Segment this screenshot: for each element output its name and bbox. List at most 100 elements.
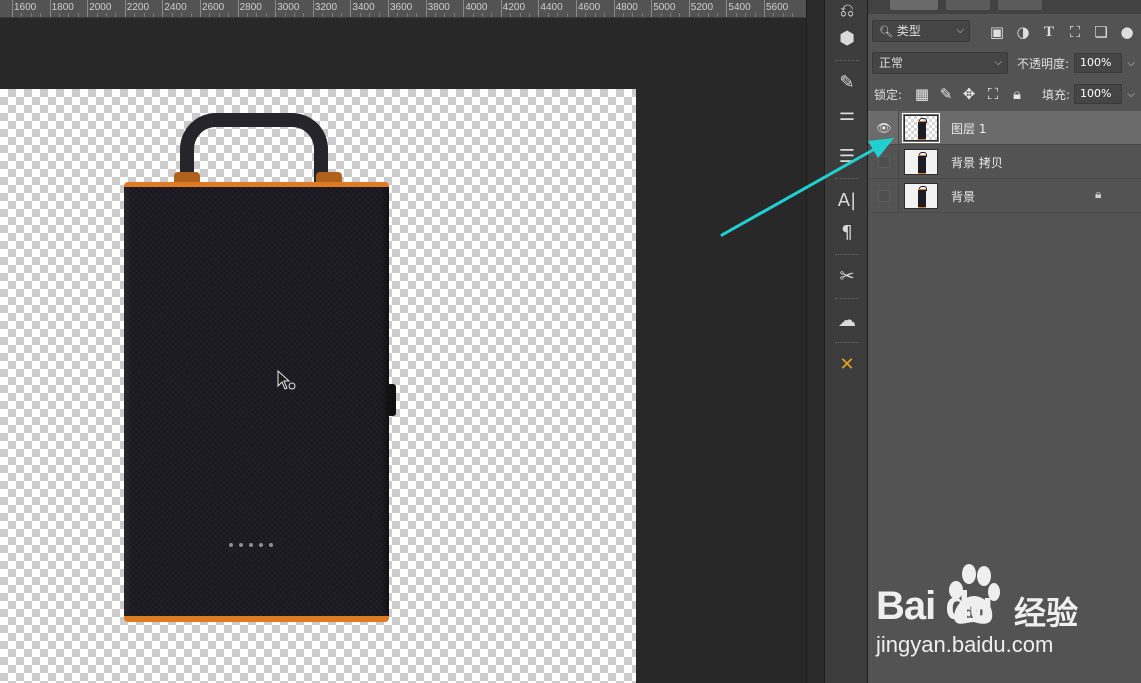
horizontal-ruler[interactable]: 1600 1800 2000 2200 2400 2600 2800 3000 3200 3400… (0, 0, 806, 18)
type-filter-icon[interactable]: T (1039, 22, 1059, 42)
lock-row: 锁定: ▦ ✎ ✥ ⛶ 🔒︎ 填充: 100% ⌵ (868, 82, 1141, 106)
layers-list: 👁︎ 图层 1 背景 拷贝 背景 🔒︎ (868, 111, 1141, 213)
ruler-label: 2200 (126, 2, 150, 13)
ruler-minor-tick (40, 13, 42, 17)
tools-icon[interactable]: ✂ (832, 262, 862, 290)
lock-label: 锁定: (874, 88, 903, 102)
ruler-minor-tick (59, 13, 60, 17)
ruler-tick (388, 0, 389, 17)
filter-toggle-icon[interactable]: ● (1117, 22, 1137, 42)
ruler-minor-tick (416, 13, 418, 17)
image-filter-icon[interactable]: ▣ (987, 22, 1007, 42)
ruler-minor-tick (773, 13, 775, 17)
ruler-tick (576, 0, 577, 17)
ruler-label: 3600 (390, 2, 413, 13)
brush-settings-icon[interactable]: ✎ (832, 68, 862, 96)
baidu-watermark: du Bai du 经验 jingyan.baidu.com (874, 560, 1134, 670)
panel-tabs (868, 0, 1141, 14)
layer-thumbnail (904, 149, 938, 175)
lock-artboard-icon[interactable]: ⛶ (983, 84, 1003, 104)
layer-name: 背景 拷贝 (951, 156, 1003, 170)
fill-input[interactable]: 100% (1074, 84, 1122, 104)
ruler-label: 2600 (202, 2, 225, 13)
ruler-minor-tick (190, 13, 192, 17)
tab-channels[interactable] (946, 0, 990, 10)
ruler-minor-tick (265, 13, 267, 17)
ruler-minor-tick (256, 13, 258, 17)
layer-row[interactable]: 背景 拷贝 (868, 145, 1141, 179)
blend-mode-select[interactable]: 正常 ⌵ (872, 52, 1008, 74)
lock-transparency-icon[interactable]: ▦ (912, 84, 932, 104)
tab-paths[interactable] (998, 0, 1042, 10)
panel-gap (806, 0, 824, 683)
ruler-minor-tick (181, 13, 183, 17)
ruler-label: 4400 (540, 2, 563, 13)
ruler-minor-tick (566, 13, 568, 17)
ruler-label: 4600 (578, 2, 601, 13)
chevron-down-icon: ⌵ (956, 25, 964, 36)
filter-kind-select[interactable]: 🔍︎ 类型 ⌵ (872, 20, 970, 42)
case-body (124, 182, 389, 622)
eye-icon[interactable]: 👁︎ (876, 121, 892, 135)
ruler-tick (425, 0, 427, 17)
ruler-minor-tick (623, 13, 624, 17)
paragraph-icon[interactable]: ¶ (832, 218, 862, 246)
character-icon[interactable]: A| (832, 186, 862, 214)
ruler-minor-tick (359, 13, 361, 17)
ruler-tick (463, 0, 465, 17)
layer-name: 背景 (951, 190, 976, 204)
adjustment-filter-icon[interactable]: ◑ (1013, 22, 1033, 42)
ruler-label: 1600 (14, 2, 37, 13)
case-handle (180, 113, 328, 189)
chevron-down-icon[interactable]: ⌵ (1123, 53, 1139, 73)
history-icon[interactable]: ⎌ (832, 0, 862, 24)
ruler-label: 2000 (89, 2, 112, 13)
ruler-tick (613, 0, 615, 17)
search-icon: 🔍︎ (879, 25, 893, 38)
ruler-minor-tick (585, 13, 587, 17)
ruler-minor-tick (444, 13, 446, 17)
smart-object-filter-icon[interactable]: ❏ (1091, 22, 1111, 42)
shape-filter-icon[interactable]: ⛶ (1065, 22, 1085, 42)
ruler-minor-tick (171, 13, 173, 17)
ruler-minor-tick (604, 13, 606, 17)
ruler-minor-tick (641, 13, 643, 17)
ruler-minor-tick (303, 13, 305, 17)
opacity-input[interactable]: 100% (1074, 53, 1122, 73)
layer-row[interactable]: 背景 🔒︎ (868, 179, 1141, 213)
layer-row[interactable]: 👁︎ 图层 1 (868, 111, 1141, 145)
creative-cloud-icon[interactable]: ☁ (832, 306, 862, 334)
adjustments-icon[interactable]: ⚌ (832, 100, 862, 128)
ruler-tick (350, 0, 352, 17)
properties-icon[interactable]: ☰ (832, 142, 862, 170)
ruler-minor-tick (331, 13, 333, 17)
ruler-minor-tick (106, 13, 107, 17)
visibility-toggle[interactable] (878, 156, 890, 168)
ruler-minor-tick (143, 13, 145, 17)
tab-layers[interactable] (890, 0, 938, 10)
lock-pixels-icon[interactable]: ✎ (936, 84, 956, 104)
fill-label: 填充: (1042, 88, 1071, 102)
ruler-tick (312, 0, 314, 17)
ruler-label: 1800 (51, 2, 74, 13)
canvas-workspace[interactable] (0, 18, 806, 683)
lock-icon: 🔒︎ (1095, 187, 1102, 201)
ruler-tick (237, 0, 239, 17)
ruler-minor-tick (745, 13, 747, 17)
chevron-down-icon[interactable]: ⌵ (1123, 84, 1139, 104)
plugin-icon[interactable]: ✕ (832, 350, 862, 378)
ruler-minor-tick (735, 13, 737, 17)
visibility-toggle[interactable] (878, 190, 890, 202)
lock-all-icon[interactable]: 🔒︎ (1007, 84, 1027, 104)
ruler-minor-tick (754, 13, 756, 17)
blend-mode-label: 正常 (879, 56, 904, 70)
ruler-tick (87, 0, 89, 17)
ruler-tick (49, 0, 51, 17)
ruler-minor-tick (453, 13, 455, 17)
3d-icon[interactable]: ⬢ (832, 24, 862, 52)
ruler-minor-tick (247, 13, 248, 17)
watermark-url: jingyan.baidu.com (876, 632, 1054, 657)
ruler-tick (500, 0, 502, 17)
filter-kind-label: 类型 (896, 24, 921, 38)
lock-position-icon[interactable]: ✥ (959, 84, 979, 104)
